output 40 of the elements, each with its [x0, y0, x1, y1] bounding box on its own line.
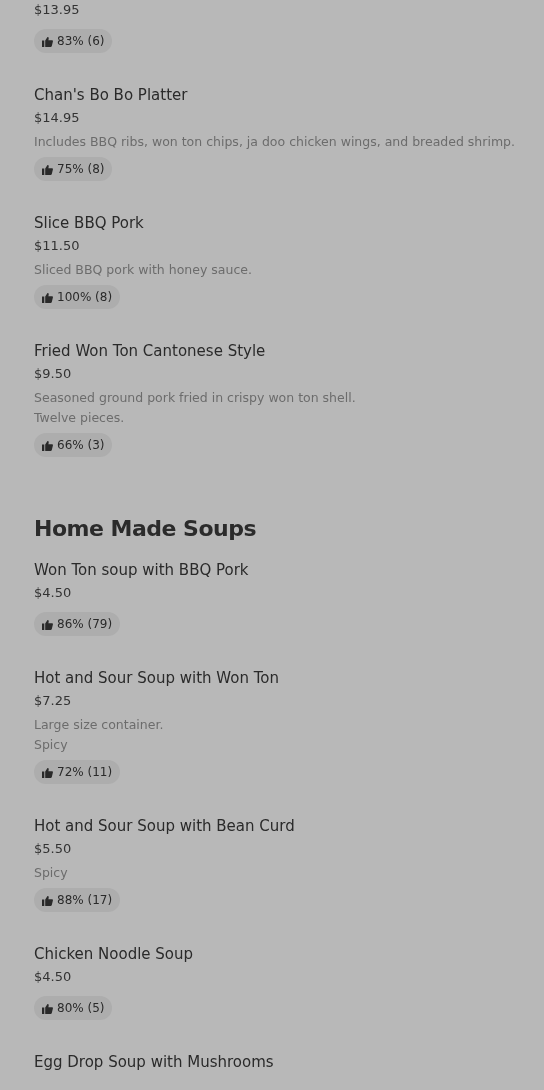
dish-price: $4.50 — [34, 968, 72, 986]
rating-badge: 80% (5) — [34, 996, 113, 1020]
dish-price: $7.25 — [34, 692, 72, 710]
dish-name: Fried Won Ton Cantonese Style — [34, 341, 266, 362]
dish-description: Seasoned ground pork fried in crispy won ton shell. — [34, 389, 356, 407]
rating-badge: 100% (8) — [34, 285, 121, 309]
thumbs-up-icon — [42, 439, 53, 451]
dish-description: Large size container. — [34, 716, 164, 734]
rating-badge: 72% (11) — [34, 760, 121, 784]
thumbs-up-icon — [42, 291, 53, 303]
thumbs-up-icon — [42, 618, 53, 630]
dish-description: Sliced BBQ pork with honey sauce. — [34, 261, 252, 279]
rating-badge: 86% (79) — [34, 612, 121, 636]
dish-name: Hot and Sour Soup with Won Ton — [34, 668, 280, 689]
dish-name: Hot and Sour Soup with Bean Curd — [34, 816, 295, 837]
rating-badge: 83% (6) — [34, 29, 113, 53]
dish-name: Chicken Noodle Soup — [34, 944, 194, 965]
section-heading: Home Made Soups — [34, 515, 258, 543]
dish-price: $11.50 — [34, 237, 80, 255]
dish-name: Slice BBQ Pork — [34, 213, 144, 234]
dish-price: $14.95 — [34, 109, 80, 127]
dish-description: Spicy — [34, 736, 68, 754]
dish-description: Spicy — [34, 864, 68, 882]
dish-description: Twelve pieces. — [34, 409, 125, 427]
dish-name: Egg Drop Soup with Mushrooms — [34, 1052, 274, 1073]
dish-description: Includes BBQ ribs, won ton chips, ja doo chicken wings, and breaded shrimp. — [34, 133, 515, 151]
rating-badge: 75% (8) — [34, 157, 113, 181]
dish-name: Chan's Bo Bo Platter — [34, 85, 188, 106]
thumbs-up-icon — [42, 35, 53, 47]
dish-name: Won Ton soup with BBQ Pork — [34, 560, 249, 581]
thumbs-up-icon — [42, 1002, 53, 1014]
dish-price: $9.50 — [34, 365, 72, 383]
rating-badge: 66% (3) — [34, 433, 113, 457]
rating-badge: 88% (17) — [34, 888, 121, 912]
thumbs-up-icon — [42, 894, 53, 906]
dish-price: $5.50 — [34, 840, 72, 858]
dish-price: $13.95 — [34, 1, 80, 19]
thumbs-up-icon — [42, 163, 53, 175]
dish-price: $4.50 — [34, 584, 72, 602]
thumbs-up-icon — [42, 766, 53, 778]
